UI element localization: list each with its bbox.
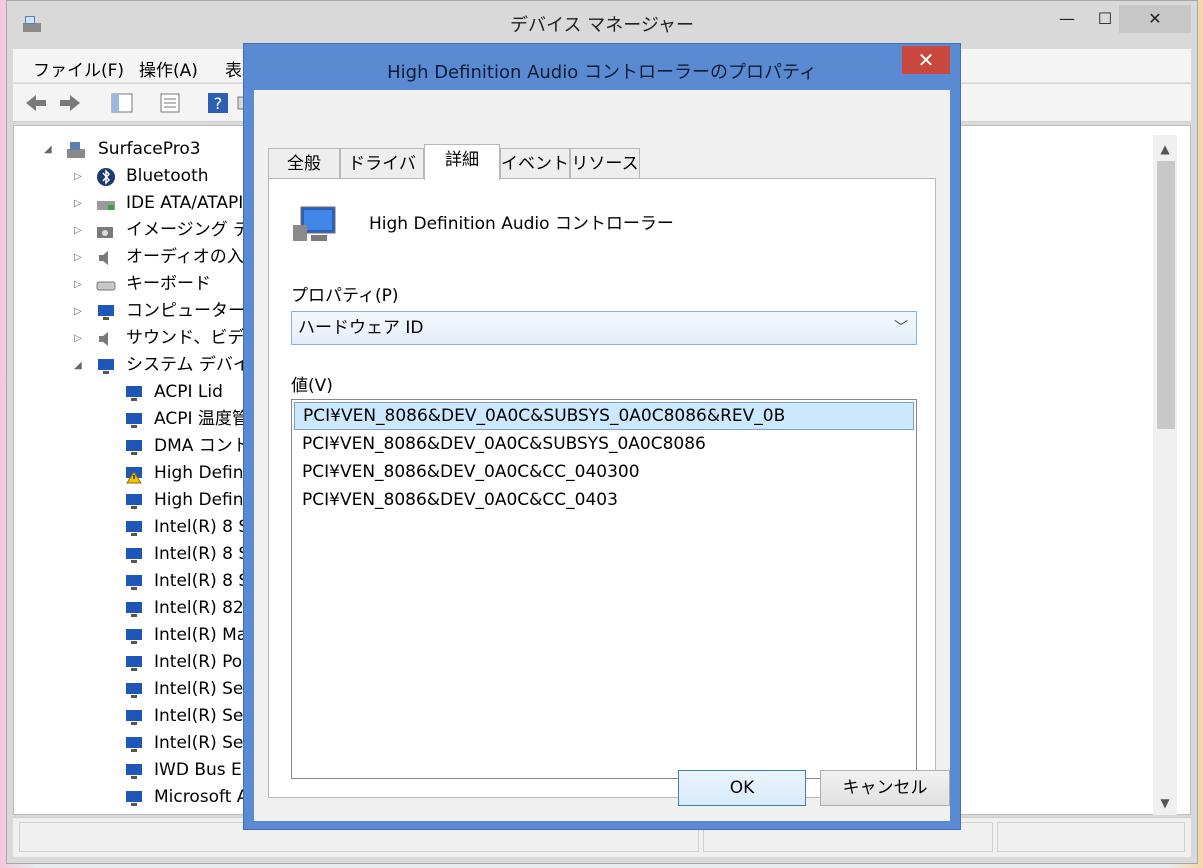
system-device-icon	[126, 791, 142, 806]
system-device-icon	[126, 764, 142, 779]
system-device-icon	[126, 602, 142, 617]
device-label: ACPI Lid	[154, 382, 223, 402]
tree-category-label: キーボード	[126, 274, 211, 294]
system-device-icon	[126, 521, 142, 536]
dialog-title: High Definition Audio コントローラーのプロパティ	[387, 62, 817, 83]
expand-arrow-icon[interactable]: ▷	[74, 190, 88, 217]
status-cell	[997, 822, 1185, 852]
speaker-icon	[99, 251, 108, 265]
scroll-up-icon[interactable]: ▲	[1153, 137, 1177, 161]
expand-arrow-icon[interactable]: ▷	[74, 271, 88, 298]
system-device-icon	[126, 683, 142, 698]
expand-arrow-icon[interactable]: ▷	[74, 298, 88, 325]
system-device-icon	[126, 656, 142, 671]
tab-resources[interactable]: リソース	[570, 148, 640, 180]
monitor-icon	[98, 359, 114, 374]
menu-action[interactable]: 操作(A)	[139, 56, 198, 81]
show-hide-tree-icon[interactable]	[109, 91, 135, 115]
tree-category-label: IDE ATA/ATAPI	[126, 193, 244, 213]
device-label: Intel(R) 8 S	[154, 544, 250, 564]
details-panel: High Definition Audio コントローラー プロパティ(P) ハ…	[268, 178, 936, 798]
expand-arrow-icon[interactable]: ▷	[74, 217, 88, 244]
expand-arrow-icon[interactable]: ▷	[74, 325, 88, 352]
system-device-icon	[126, 575, 142, 590]
device-label: IWD Bus E	[154, 760, 242, 780]
property-dropdown[interactable]: ハードウェア ID ﹀	[291, 311, 917, 345]
forward-arrow-icon[interactable]	[57, 91, 83, 115]
device-name: High Definition Audio コントローラー	[369, 214, 674, 234]
device-label: Intel(R) Se	[154, 706, 244, 726]
system-device-icon	[126, 386, 142, 401]
device-label: Microsoft A	[154, 787, 249, 807]
disk-controller-icon	[97, 201, 115, 210]
tree-category-label: コンピューター	[126, 301, 245, 321]
close-button[interactable]: ✕	[1119, 5, 1191, 33]
device-label: Intel(R) 8 S	[154, 517, 250, 537]
device-label: Intel(R) Se	[154, 679, 244, 699]
audio-controller-icon	[293, 206, 336, 241]
properties-dialog: High Definition Audio コントローラーのプロパティ ✕ 全般…	[243, 43, 961, 830]
device-label: Intel(R) Ma	[154, 625, 248, 645]
minimize-button[interactable]: —	[1047, 5, 1087, 33]
device-label: Intel(R) 82	[154, 598, 244, 618]
bluetooth-icon	[97, 168, 115, 186]
cancel-button[interactable]: キャンセル	[820, 770, 950, 806]
collapse-arrow-icon[interactable]: ◢	[74, 352, 88, 379]
value-list-item[interactable]: PCI¥VEN_8086&DEV_0A0C&SUBSYS_0A0C8086&RE…	[294, 402, 914, 430]
keyboard-icon	[96, 281, 116, 291]
device-label: Intel(R) Po	[154, 652, 243, 672]
dialog-close-button[interactable]: ✕	[902, 46, 950, 74]
tab-general[interactable]: 全般	[268, 148, 340, 180]
device-label: ACPI 温度管	[154, 409, 249, 429]
warning-device-icon	[126, 467, 142, 484]
value-list-item[interactable]: PCI¥VEN_8086&DEV_0A0C&CC_040300	[294, 459, 914, 487]
device-label: High Defini	[154, 490, 249, 510]
property-label: プロパティ(P)	[291, 286, 399, 306]
dialog-title-bar[interactable]: High Definition Audio コントローラーのプロパティ ✕	[244, 44, 960, 90]
scrollbar-thumb[interactable]	[1157, 161, 1175, 429]
tree-root-label: SurfacePro3	[98, 139, 201, 159]
camera-icon	[97, 227, 113, 238]
expand-arrow-icon[interactable]: ▷	[74, 244, 88, 271]
system-device-icon	[126, 629, 142, 644]
system-device-icon	[126, 710, 142, 725]
chevron-down-icon[interactable]: ﹀	[894, 312, 908, 344]
device-label: Intel(R) Se	[154, 733, 244, 753]
property-dropdown-value: ハードウェア ID	[298, 318, 424, 338]
menu-file[interactable]: ファイル(F)	[33, 56, 124, 81]
value-list[interactable]: PCI¥VEN_8086&DEV_0A0C&SUBSYS_0A0C8086&RE…	[291, 399, 917, 779]
system-device-icon	[126, 548, 142, 563]
value-list-item[interactable]: PCI¥VEN_8086&DEV_0A0C&SUBSYS_0A0C8086	[294, 431, 914, 459]
ok-button[interactable]: OK	[678, 770, 806, 806]
device-label: High Defini	[154, 463, 249, 483]
value-list-item[interactable]: PCI¥VEN_8086&DEV_0A0C&CC_0403	[294, 487, 914, 515]
collapse-arrow-icon[interactable]: ◢	[44, 136, 58, 163]
monitor-icon	[98, 305, 114, 320]
svg-text:?: ?	[214, 94, 223, 113]
scroll-down-icon[interactable]: ▼	[1153, 791, 1177, 815]
computer-icon	[67, 142, 85, 158]
tab-details[interactable]: 詳細	[424, 144, 500, 180]
device-label: Intel(R) 8 S	[154, 571, 250, 591]
window-title: デバイス マネージャー	[510, 15, 694, 36]
properties-sheet-icon[interactable]	[157, 91, 183, 115]
system-device-icon	[126, 494, 142, 509]
system-device-icon	[126, 440, 142, 455]
dialog-body: 全般 ドライバー 詳細 イベント リソース High Definition Au…	[254, 90, 950, 821]
vertical-scrollbar[interactable]: ▲ ▼	[1153, 135, 1177, 815]
tab-events[interactable]: イベント	[500, 148, 570, 180]
title-bar[interactable]: デバイス マネージャー — ☐ ✕	[7, 1, 1197, 45]
value-label: 値(V)	[291, 376, 333, 396]
system-device-icon	[126, 413, 142, 428]
tree-category-label: Bluetooth	[126, 166, 209, 186]
speaker-icon	[99, 332, 108, 346]
back-arrow-icon[interactable]	[23, 91, 49, 115]
expand-arrow-icon[interactable]: ▷	[74, 163, 88, 190]
system-device-icon	[126, 737, 142, 752]
tab-driver[interactable]: ドライバー	[340, 148, 424, 204]
help-icon[interactable]: ?	[205, 91, 231, 115]
